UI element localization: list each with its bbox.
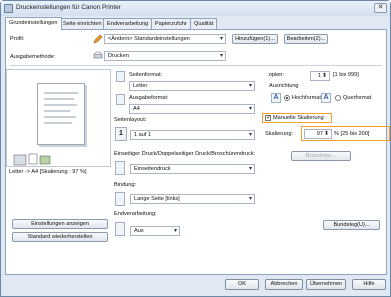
binding-dropdown[interactable]: Lange Seite [links] ▾ — [130, 194, 255, 204]
printer-small-icon — [93, 51, 103, 60]
landscape-icon: A — [321, 93, 331, 103]
finishing-icon — [115, 222, 125, 236]
output-method-value: Drucken — [108, 53, 129, 59]
output-size-dropdown[interactable]: A4 ▾ — [129, 104, 255, 114]
output-method-dropdown[interactable]: Drucken ▾ — [104, 51, 226, 61]
pencil-icon — [93, 34, 103, 44]
manual-scaling-checkbox[interactable]: ✓ — [265, 115, 271, 121]
output-size-value: A4 — [133, 106, 140, 112]
finishing-dropdown[interactable]: Aus ▾ — [130, 226, 180, 236]
binding-value: Lange Seite [links] — [134, 196, 180, 202]
text-line — [44, 104, 77, 106]
portrait-label: Hochformat — [292, 95, 321, 101]
portrait-radio[interactable] — [284, 95, 290, 101]
copies-spinner[interactable]: 1 ⬍ — [310, 71, 330, 81]
copies-range: [1 bis 999] — [333, 72, 359, 78]
chevron-down-icon: ▾ — [248, 83, 252, 89]
chevron-down-icon: ▾ — [248, 196, 252, 202]
booklet-button[interactable]: Broschüre... — [291, 151, 351, 161]
chevron-down-icon: ▾ — [219, 36, 223, 42]
add-profile-button[interactable]: Hinzufügen(1)... — [232, 34, 278, 44]
text-line — [44, 122, 72, 124]
text-line — [44, 110, 70, 112]
divider — [10, 65, 382, 66]
chevron-down-icon: ▾ — [248, 106, 252, 112]
landscape-radio[interactable] — [335, 95, 341, 101]
device-icon — [13, 151, 53, 167]
binding-icon — [115, 192, 125, 206]
duplex-label: Einseitiger Druck/Doppelseitiger Druck/B… — [114, 151, 256, 157]
output-method-label: Ausgabemethode: — [10, 54, 56, 60]
chevron-down-icon: ▾ — [173, 228, 177, 234]
scaling-range: % [25 bis 200] — [334, 131, 370, 137]
view-settings-button[interactable]: Einstellungen anzeigen — [12, 219, 108, 229]
restore-defaults-button[interactable]: Standard wiederherstellen — [12, 232, 108, 242]
title-bar: Druckeinstellungen für Canon Printer ✕ — [1, 1, 390, 16]
orientation-label: Ausrichtung — [269, 83, 299, 89]
scaling-label: Skalierung: — [265, 131, 293, 137]
chevron-down-icon: ▾ — [219, 53, 223, 59]
close-button[interactable]: ✕ — [374, 3, 387, 13]
chevron-down-icon: ▾ — [248, 132, 252, 138]
spacer — [265, 71, 268, 81]
window-title: Druckeinstellungen für Canon Printer — [16, 4, 121, 11]
tab-seite-einrichten[interactable]: Seite einrichten — [59, 18, 106, 29]
edit-profile-button[interactable]: Bearbeiten(2)... — [284, 34, 328, 44]
tab-qualitaet[interactable]: Qualität — [190, 18, 218, 29]
cancel-button[interactable]: Abbrechen — [265, 279, 303, 290]
output-size-label: Ausgabeformat: — [129, 95, 169, 101]
binding-label: Bindung: — [114, 182, 137, 188]
profile-dropdown[interactable]: <Ändern> Standardeinstellungen ▾ — [104, 34, 226, 44]
text-line — [44, 92, 78, 94]
profile-label: Profil: — [10, 36, 25, 42]
text-line — [44, 98, 74, 100]
finishing-label: Endverarbeitung: — [114, 211, 157, 217]
page-layout-label: Seitenlayout: — [114, 117, 147, 123]
manual-scaling-label: Manuelle Skalierung — [273, 115, 324, 121]
chevron-down-icon: ▾ — [248, 166, 252, 172]
spinner-icon[interactable]: ⬍ — [322, 72, 327, 80]
binding-margin-button[interactable]: Bundsteg(U)... — [323, 220, 380, 230]
output-size-icon — [116, 94, 125, 105]
duplex-value: Einseitendruck — [134, 166, 171, 172]
help-button[interactable]: Hilfe — [352, 279, 386, 290]
paper-preview — [37, 83, 85, 145]
finishing-value: Aus — [134, 228, 144, 234]
spinner-icon[interactable]: ⬍ — [324, 130, 329, 138]
portrait-icon: A — [271, 93, 281, 103]
duplex-icon — [115, 161, 125, 175]
page-layout-value: 1 auf 1 — [134, 132, 152, 138]
tab-papierzufuhr[interactable]: Papierzufuhr — [151, 18, 191, 29]
printer-icon — [4, 4, 13, 13]
print-settings-window: Druckeinstellungen für Canon Printer ✕ G… — [0, 0, 391, 297]
scaling-value: 97 — [316, 131, 323, 137]
profile-value: <Ändern> Standardeinstellungen — [108, 36, 190, 42]
page-size-value: Letter — [133, 83, 148, 89]
page-size-label: Seitenformat: — [129, 72, 163, 78]
layout-icon: 1 — [115, 127, 127, 141]
apply-button[interactable]: Übernehmen — [306, 279, 346, 290]
page-size-icon — [116, 71, 125, 82]
landscape-label: Querformat — [343, 95, 372, 101]
scaling-spinner[interactable]: 97 ⬍ — [304, 129, 332, 139]
tab-grundeinstellungen[interactable]: Grundeinstellungen — [5, 17, 62, 30]
duplex-dropdown[interactable]: Einseitendruck ▾ — [130, 164, 255, 174]
ok-button[interactable]: OK — [225, 279, 259, 290]
page-layout-dropdown[interactable]: 1 auf 1 ▾ — [130, 130, 255, 140]
tab-endverarbeitung[interactable]: Endverarbeitung — [103, 18, 153, 29]
text-line — [44, 116, 76, 118]
page-size-dropdown[interactable]: Letter ▾ — [129, 81, 255, 91]
preview-status: Letter -> A4 [Skalierung : 97 %] — [9, 169, 87, 175]
copies-value: 1 — [317, 73, 321, 79]
